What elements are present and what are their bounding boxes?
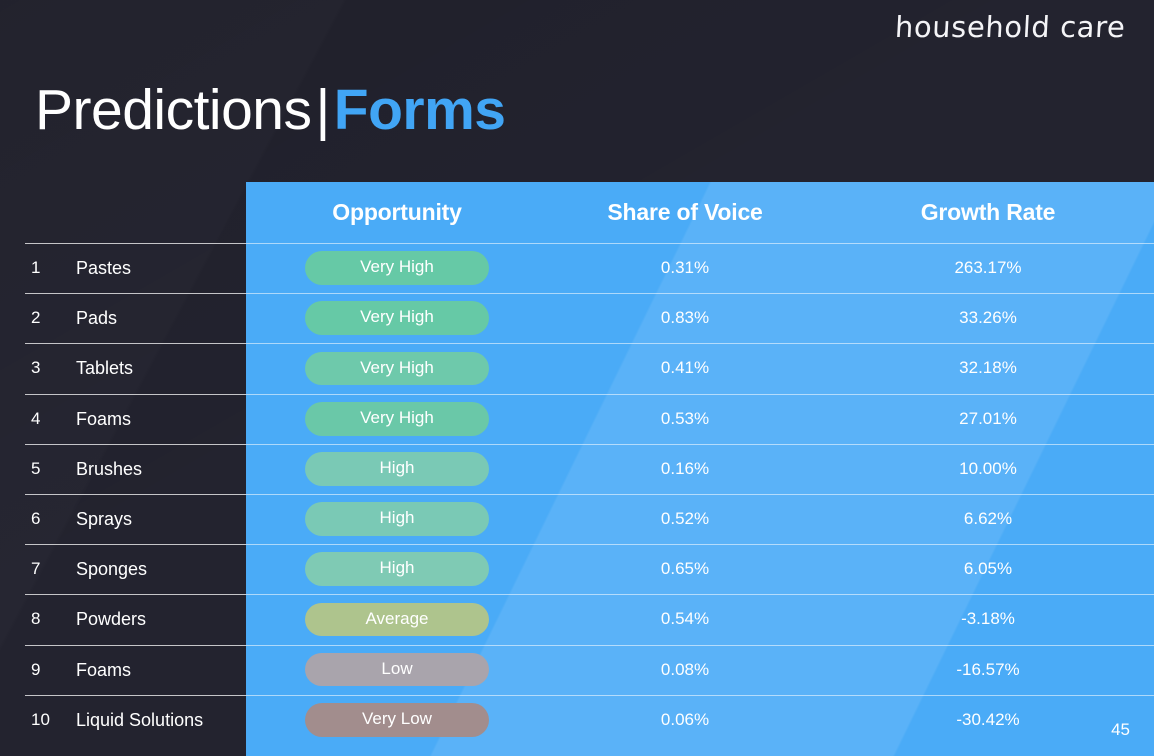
- cell-rank: 4: [31, 408, 41, 428]
- cell-growth-rate: 6.62%: [963, 508, 1013, 528]
- table-row[interactable]: 3 Tablets Very High 0.41% 32.18%: [0, 343, 1154, 393]
- cell-share-of-voice: 0.54%: [660, 609, 710, 629]
- opportunity-badge: High: [305, 502, 489, 536]
- cell-opportunity: Average: [246, 594, 548, 644]
- row-divider-left: [25, 293, 246, 295]
- row-divider-left: [25, 243, 246, 244]
- opportunity-badge: High: [305, 552, 489, 587]
- cell-share-of-voice: 0.53%: [660, 408, 710, 428]
- cell-share-of-voice: 0.08%: [660, 659, 710, 679]
- cell-form-name: Sprays: [76, 508, 133, 529]
- cell-opportunity: High: [246, 494, 548, 544]
- cell-growth-rate: 263.17%: [954, 258, 1022, 277]
- opportunity-badge: Average: [305, 602, 489, 637]
- opportunity-badge: Very High: [305, 301, 489, 336]
- cell-rank: 6: [31, 508, 41, 528]
- page-title-separator: |: [315, 78, 330, 142]
- cell-rank: 10: [31, 709, 50, 729]
- row-divider-left: [25, 393, 246, 395]
- cell-form-name: Liquid Solutions: [76, 709, 204, 730]
- cell-opportunity: Low: [246, 645, 548, 695]
- cell-growth-rate: 10.00%: [959, 458, 1017, 478]
- opportunity-badge: Very High: [305, 351, 489, 386]
- cell-share-of-voice: 0.52%: [660, 508, 710, 528]
- table-body: 1 Pastes Very High 0.31% 263.17% 2 Pads Very Hi…: [0, 243, 1154, 745]
- cell-form-name: Pastes: [76, 258, 132, 278]
- predictions-table: Opportunity Share of Voice Growth Rate 1…: [0, 182, 1154, 745]
- cell-growth-rate: -30.42%: [956, 709, 1020, 729]
- cell-share-of-voice: 0.65%: [660, 559, 710, 579]
- cell-share-of-voice: 0.06%: [660, 709, 710, 729]
- table-row[interactable]: 5 Brushes High 0.16% 10.00%: [0, 443, 1154, 494]
- row-divider-left: [25, 343, 246, 345]
- cell-form-name: Pads: [76, 308, 118, 329]
- table-header-row: Opportunity Share of Voice Growth Rate: [0, 182, 1154, 243]
- brand-logo: household care: [895, 10, 1127, 44]
- opportunity-badge: Low: [305, 652, 489, 687]
- cell-opportunity: Very High: [246, 394, 548, 444]
- opportunity-badge: High: [305, 452, 489, 486]
- cell-share-of-voice: 0.31%: [660, 258, 710, 277]
- cell-form-name: Foams: [76, 659, 132, 680]
- cell-form-name: Tablets: [76, 358, 134, 379]
- opportunity-badge: Very High: [305, 251, 489, 285]
- cell-form-name: Powders: [76, 609, 147, 630]
- table-row[interactable]: 2 Pads Very High 0.83% 33.26%: [0, 293, 1154, 343]
- table-row[interactable]: 7 Sponges High 0.65% 6.05%: [0, 544, 1154, 594]
- cell-share-of-voice: 0.16%: [660, 458, 710, 478]
- page-title-main: Predictions: [35, 78, 312, 142]
- row-divider-left: [25, 644, 246, 646]
- cell-growth-rate: -16.57%: [956, 659, 1020, 679]
- cell-rank: 7: [31, 559, 41, 579]
- column-header-share-of-voice: Share of Voice: [607, 199, 763, 225]
- cell-form-name: Foams: [76, 408, 132, 429]
- table-row[interactable]: 4 Foams Very High 0.53% 27.01%: [0, 393, 1154, 444]
- cell-rank: 2: [31, 308, 41, 328]
- page-title: Predictions|Forms: [35, 76, 506, 144]
- cell-rank: 5: [31, 458, 41, 478]
- cell-growth-rate: 27.01%: [959, 408, 1017, 428]
- opportunity-badge: Very Low: [305, 702, 489, 737]
- row-divider-left: [25, 493, 246, 495]
- cell-growth-rate: 32.18%: [959, 358, 1017, 378]
- cell-growth-rate: -3.18%: [961, 609, 1015, 629]
- opportunity-badge: Very High: [305, 401, 489, 436]
- table-row[interactable]: 6 Sprays High 0.52% 6.62%: [0, 493, 1154, 544]
- cell-form-name: Sponges: [76, 559, 148, 580]
- cell-opportunity: High: [246, 444, 548, 494]
- table-row[interactable]: 8 Powders Average 0.54% -3.18%: [0, 594, 1154, 644]
- cell-opportunity: Very High: [246, 343, 548, 393]
- table-row[interactable]: 9 Foams Low 0.08% -16.57%: [0, 644, 1154, 695]
- column-header-opportunity: Opportunity: [332, 199, 462, 225]
- cell-opportunity: Very Low: [246, 695, 548, 745]
- cell-rank: 9: [31, 659, 41, 679]
- cell-share-of-voice: 0.41%: [660, 358, 710, 378]
- cell-growth-rate: 6.05%: [963, 559, 1013, 579]
- cell-rank: 8: [31, 609, 41, 629]
- cell-opportunity: Very High: [246, 243, 548, 293]
- cell-growth-rate: 33.26%: [959, 308, 1017, 328]
- page-title-accent: Forms: [333, 78, 506, 142]
- table-row[interactable]: 10 Liquid Solutions Very Low 0.06% -30.42%: [0, 694, 1154, 745]
- slide: household care Predictions|Forms Opportu…: [0, 0, 1154, 756]
- column-header-growth-rate: Growth Rate: [920, 199, 1056, 225]
- brand-logo-text: household care: [894, 10, 1127, 44]
- cell-opportunity: Very High: [246, 293, 548, 343]
- page-number: 45: [1111, 720, 1130, 739]
- cell-rank: 3: [31, 358, 41, 378]
- cell-opportunity: High: [246, 544, 548, 594]
- table-row[interactable]: 1 Pastes Very High 0.31% 263.17%: [0, 243, 1154, 293]
- cell-form-name: Brushes: [76, 458, 143, 479]
- cell-share-of-voice: 0.83%: [660, 308, 710, 328]
- cell-rank: 1: [31, 258, 41, 277]
